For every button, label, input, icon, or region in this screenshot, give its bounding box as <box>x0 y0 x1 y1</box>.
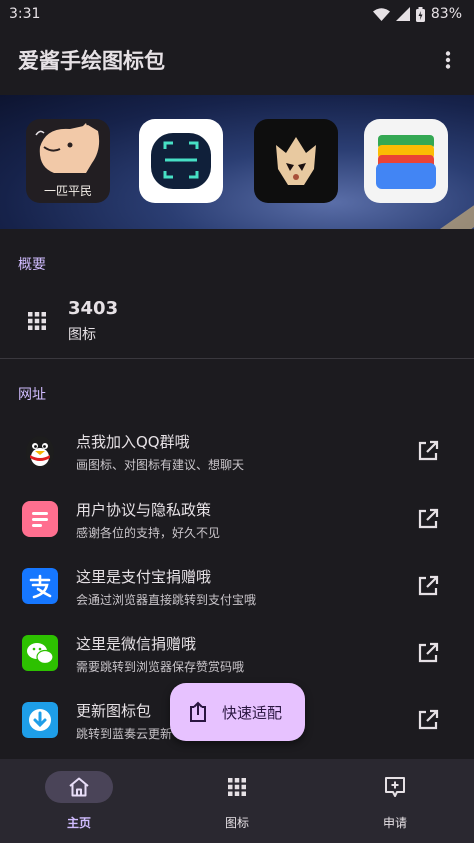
status-bar: 3:31 83% <box>0 0 474 28</box>
link-subtitle: 画图标、对图标有建议、想聊天 <box>76 458 245 472</box>
link-subtitle: 感谢各位的支持，好久不见 <box>76 526 221 540</box>
doodle-dog-icon: 一匹平民 <box>26 119 110 203</box>
overview-section-title: 概要 <box>18 257 46 273</box>
bottom-navigation: 主页 图标 申请 <box>0 759 474 843</box>
open-in-new-icon[interactable] <box>416 507 440 531</box>
battery-icon <box>415 6 425 22</box>
download-icon <box>22 702 58 738</box>
link-subtitle: 跳转到蓝奏云更新 <box>76 727 173 741</box>
list-item-privacy-policy[interactable]: 用户协议与隐私政策 感谢各位的支持，好久不见 <box>0 487 474 554</box>
status-time: 3:31 <box>9 6 41 22</box>
wechat-icon <box>22 635 58 671</box>
header-banner: 一匹平民 <box>0 95 474 229</box>
nav-item-home[interactable]: 主页 <box>0 759 158 843</box>
nav-label: 图标 <box>224 816 249 830</box>
link-title: 用户协议与隐私政策 <box>76 501 212 519</box>
list-item-alipay-donate[interactable]: 这里是支付宝捐赠哦 会通过浏览器直接跳转到支付宝哦 <box>0 554 474 621</box>
mask-app-icon <box>254 119 338 203</box>
list-item-wechat-donate[interactable]: 这里是微信捐赠哦 需要跳转到浏览器保存赞赏码哦 <box>0 621 474 688</box>
nav-label: 申请 <box>382 816 407 830</box>
open-in-new-icon[interactable] <box>416 641 440 665</box>
section-divider <box>0 358 474 359</box>
icon-count-label: 图标 <box>68 327 96 343</box>
open-in-new-icon[interactable] <box>416 439 440 463</box>
link-title: 这里是支付宝捐赠哦 <box>76 568 212 586</box>
link-subtitle: 会通过浏览器直接跳转到支付宝哦 <box>76 593 257 607</box>
nav-item-icons[interactable]: 图标 <box>158 759 316 843</box>
open-in-new-icon[interactable] <box>416 708 440 732</box>
qq-penguin-icon <box>22 433 58 469</box>
link-title: 更新图标包 <box>76 702 152 720</box>
nav-label: 主页 <box>66 816 91 830</box>
wallet-app-icon <box>364 119 448 203</box>
app-title: 爱酱手绘图标包 <box>18 49 165 73</box>
nav-item-request[interactable]: 申请 <box>316 759 474 843</box>
icon-count: 3403 <box>68 298 119 319</box>
signal-icon <box>395 7 410 21</box>
share-adapt-icon <box>190 701 206 722</box>
add-comment-icon <box>385 777 405 797</box>
list-item-qq-group[interactable]: 点我加入QQ群哦 画图标、对图标有建议、想聊天 <box>0 419 474 486</box>
tile-caption: 一匹平民 <box>44 184 92 198</box>
status-icons: 83% <box>372 6 462 22</box>
app-bar: 爱酱手绘图标包 <box>0 28 474 92</box>
nav-indicator <box>361 771 429 803</box>
more-vert-icon[interactable] <box>436 40 460 80</box>
open-in-new-icon[interactable] <box>416 574 440 598</box>
link-title: 点我加入QQ群哦 <box>76 433 190 451</box>
document-icon <box>22 501 58 537</box>
fab-label: 快速适配 <box>222 703 283 722</box>
link-title: 这里是微信捐赠哦 <box>76 635 197 653</box>
wifi-icon <box>372 7 390 21</box>
icon-count-row[interactable]: 3403 图标 <box>0 288 474 354</box>
battery-percent: 83% <box>430 6 462 22</box>
apps-grid-icon <box>228 778 246 796</box>
nav-indicator <box>45 771 113 803</box>
home-icon <box>69 777 89 797</box>
link-subtitle: 需要跳转到浏览器保存赞赏码哦 <box>76 660 245 674</box>
quick-adapt-fab[interactable]: 快速适配 <box>170 683 305 741</box>
nav-indicator <box>203 771 271 803</box>
alipay-icon <box>22 568 58 604</box>
scanner-app-icon <box>139 119 223 203</box>
apps-grid-icon <box>28 312 46 330</box>
links-section-title: 网址 <box>18 387 46 403</box>
